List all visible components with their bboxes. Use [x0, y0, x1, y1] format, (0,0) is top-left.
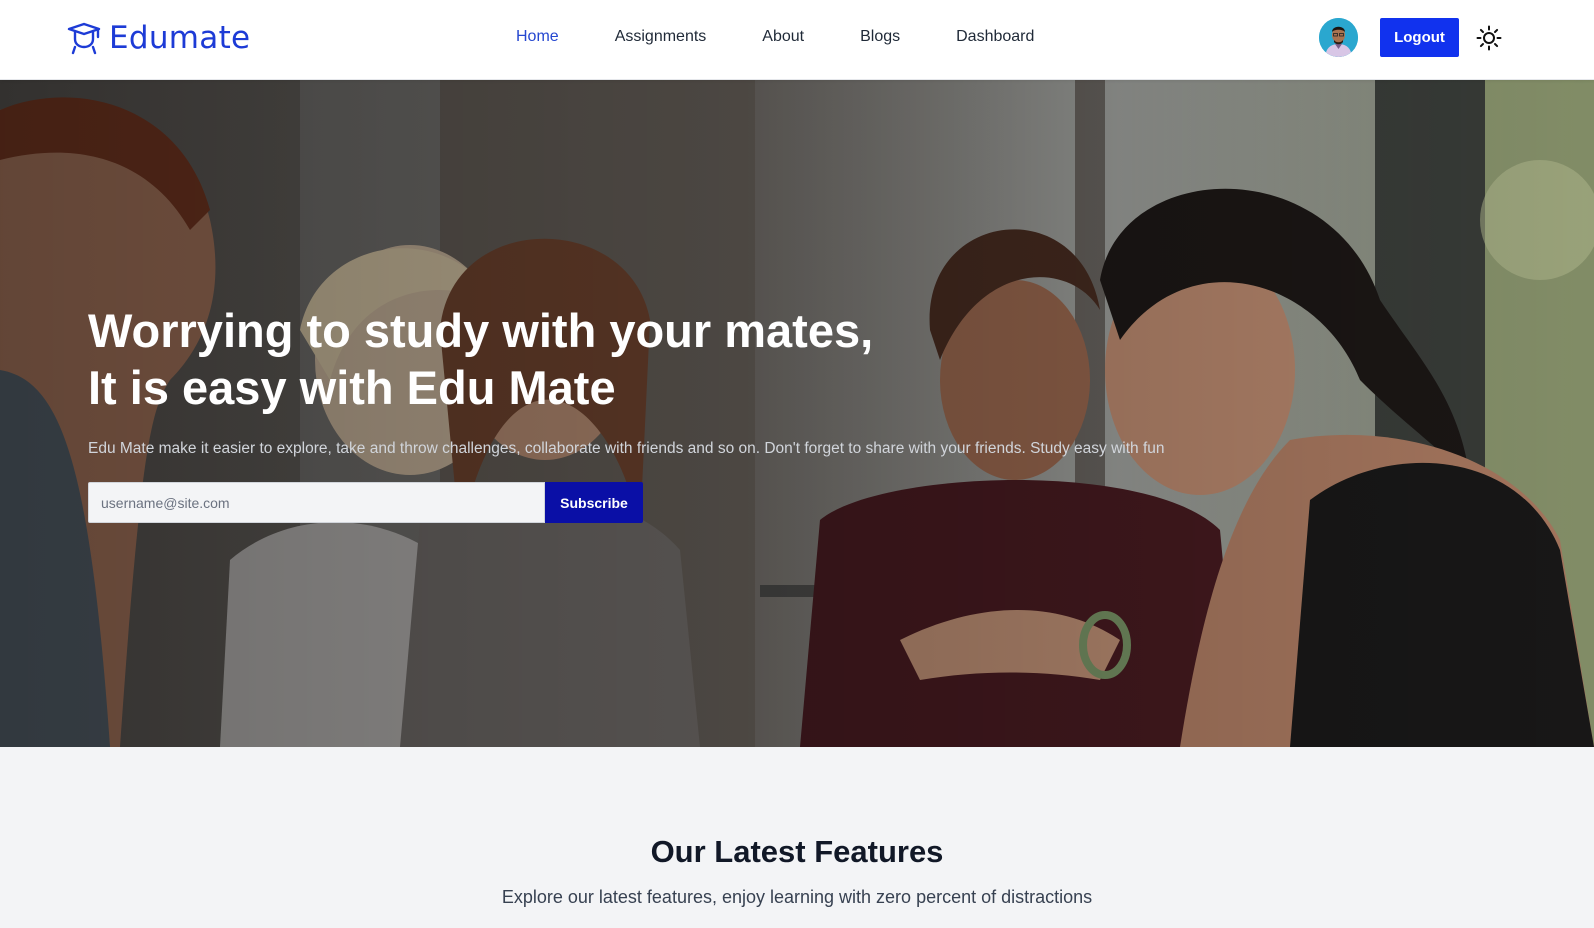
- features-section: Our Latest Features Explore our latest f…: [0, 747, 1594, 928]
- email-input[interactable]: [88, 482, 545, 523]
- nav-blogs[interactable]: Blogs: [860, 27, 900, 47]
- hero-title-line1: Worrying to study with your mates,: [88, 304, 874, 357]
- navbar: Edumate Home Assignments About Blogs Das…: [0, 0, 1594, 80]
- features-title: Our Latest Features: [650, 834, 944, 869]
- graduation-cap-icon: [67, 22, 101, 55]
- subscribe-form: Subscribe: [88, 482, 643, 523]
- sun-icon[interactable]: [1476, 25, 1502, 51]
- subscribe-button[interactable]: Subscribe: [545, 482, 643, 523]
- hero-description: Edu Mate make it easier to explore, take…: [88, 440, 1165, 457]
- hero-title-line2: It is easy with Edu Mate: [88, 361, 616, 414]
- hero-section: Worrying to study with your mates, It is…: [0, 80, 1594, 747]
- hero-content: Worrying to study with your mates, It is…: [88, 302, 1165, 458]
- logout-button[interactable]: Logout: [1380, 18, 1459, 57]
- brand-name: Edumate: [109, 20, 251, 56]
- nav-about[interactable]: About: [762, 27, 804, 47]
- nav-assignments[interactable]: Assignments: [615, 27, 707, 47]
- brand-logo[interactable]: Edumate: [67, 20, 250, 56]
- hero-title: Worrying to study with your mates, It is…: [88, 302, 1165, 416]
- features-subtitle: Explore our latest features, enjoy learn…: [501, 887, 1093, 907]
- user-avatar-image: [1319, 18, 1358, 57]
- nav-dashboard[interactable]: Dashboard: [956, 27, 1034, 47]
- nav-home[interactable]: Home: [516, 27, 559, 47]
- main-nav: Home Assignments About Blogs Dashboard: [516, 27, 1090, 47]
- user-avatar[interactable]: [1319, 18, 1358, 57]
